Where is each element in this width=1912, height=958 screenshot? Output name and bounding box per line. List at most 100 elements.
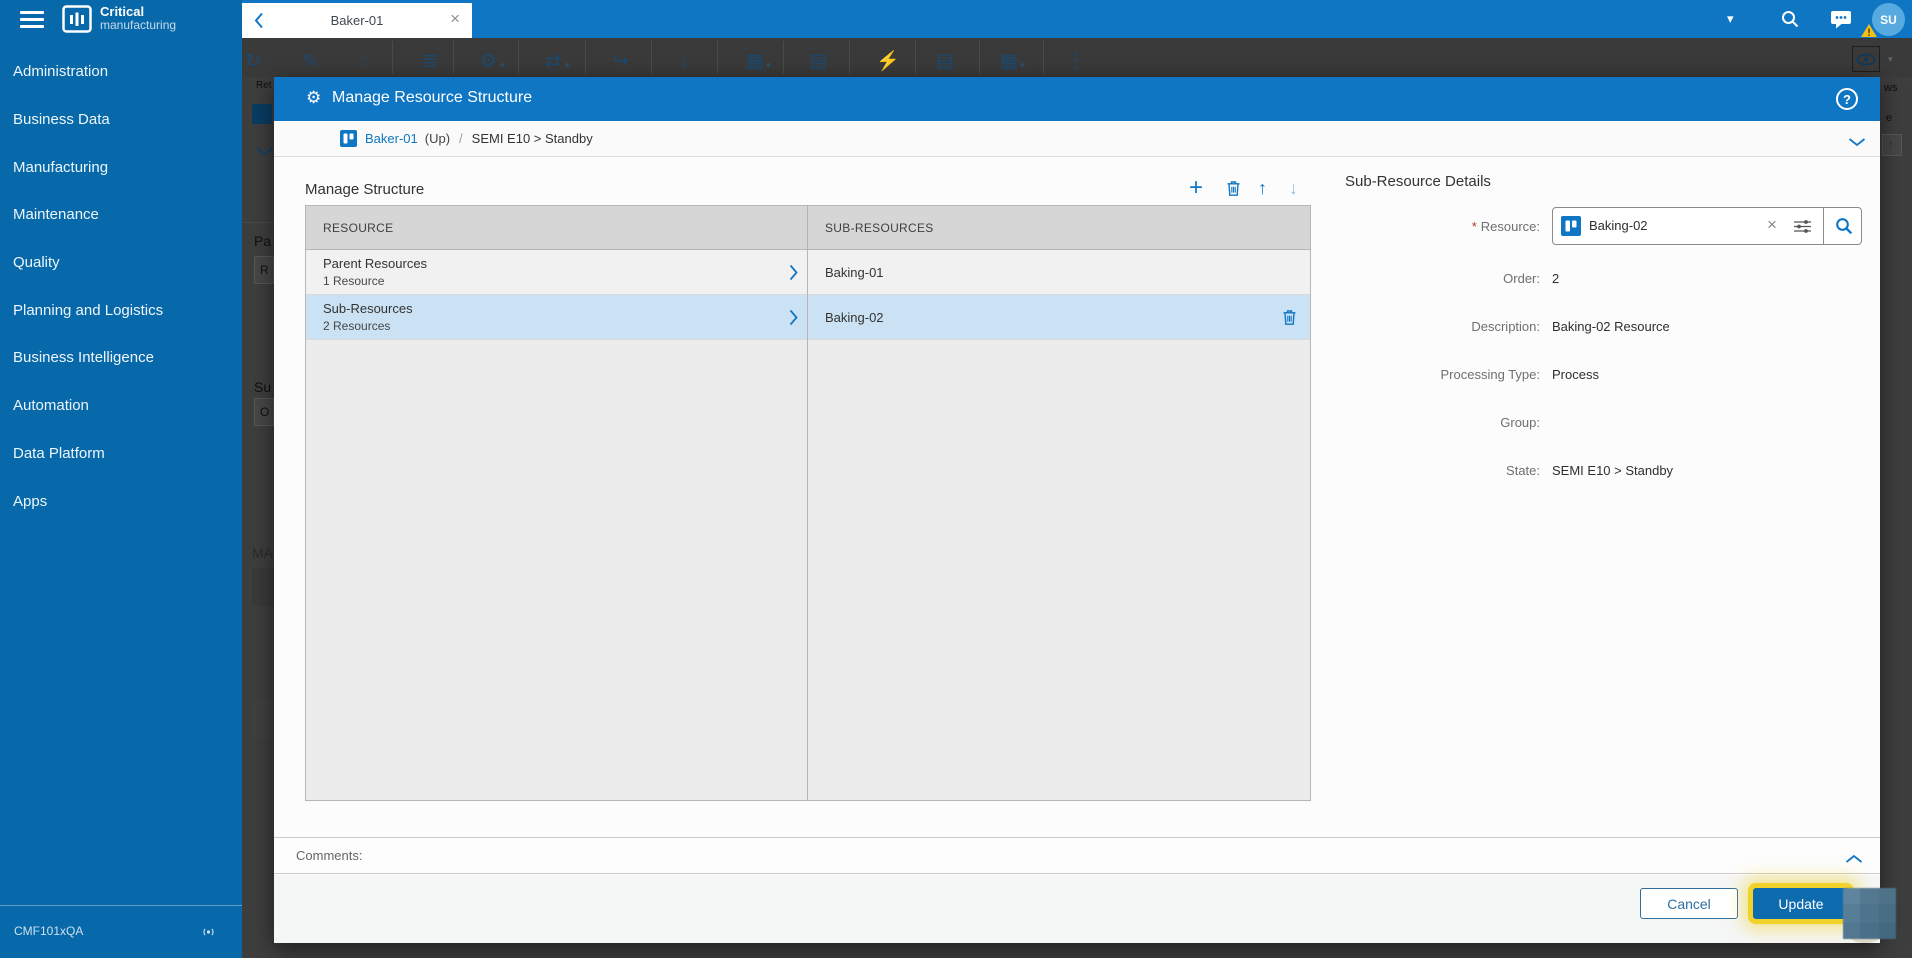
chat-icon[interactable] xyxy=(1830,9,1852,34)
table-row-selected[interactable]: Sub-Resources 2 Resources Baking-02 xyxy=(306,295,1310,340)
background-field-fragment: R xyxy=(254,256,274,284)
toolbar-separator xyxy=(979,41,980,74)
chevron-down-icon[interactable] xyxy=(1848,134,1866,152)
pixelated-blob xyxy=(1843,888,1896,939)
dispatch-icon: ↪ xyxy=(613,51,629,72)
delete-row-button[interactable] xyxy=(1226,180,1241,201)
search-resource-button[interactable] xyxy=(1824,208,1863,244)
required-marker: * xyxy=(1471,219,1477,234)
dialog-title: Manage Resource Structure xyxy=(332,89,533,106)
topbar: Baker-01 × ▾ SU xyxy=(242,0,1912,38)
resource-icon xyxy=(340,130,357,147)
cursor-redaction-overlay xyxy=(1843,888,1896,943)
table-header: RESOURCE SUB-RESOURCES xyxy=(306,206,1310,250)
brand-line1: Critical xyxy=(100,4,145,19)
sidebar-item-quality[interactable]: Quality xyxy=(0,239,242,287)
toolbar-separator xyxy=(1043,41,1044,74)
sidebar-item-business-intelligence[interactable]: Business Intelligence xyxy=(0,334,242,382)
cancel-button[interactable]: Cancel xyxy=(1640,888,1738,919)
logs-icon: ▤ xyxy=(936,51,954,72)
manage-structure-title: Manage Structure xyxy=(305,181,425,198)
document-icon: ▤ xyxy=(810,51,828,72)
state-model-icon: ◌ xyxy=(358,51,370,72)
background-chevron-down-icon xyxy=(256,147,274,156)
structure-table: RESOURCE SUB-RESOURCES Parent Resources … xyxy=(305,205,1311,801)
automation-icon: ⚡ xyxy=(876,51,900,72)
resource-picker-field[interactable]: Baking-02 × xyxy=(1552,207,1862,245)
sidebar-item-data-platform[interactable]: Data Platform xyxy=(0,430,242,478)
dialog-footer: Cancel Update xyxy=(274,875,1880,943)
help-icon[interactable]: ? xyxy=(1836,88,1858,110)
comments-label: Comments: xyxy=(296,848,363,863)
table-row[interactable]: Parent Resources 1 Resource Baking-01 xyxy=(306,250,1310,295)
caret-down-icon: ▾ xyxy=(565,60,570,70)
add-row-button[interactable]: + xyxy=(1189,176,1203,200)
order-value: 2 xyxy=(1552,271,1560,286)
sub-resource-cell: Baking-02 xyxy=(825,310,884,325)
state-label: State: xyxy=(1506,463,1540,478)
brand-name: Critical manufacturing xyxy=(100,4,177,33)
filter-sliders-icon[interactable] xyxy=(1793,219,1812,239)
sidebar-item-automation[interactable]: Automation xyxy=(0,382,242,430)
sidebar-item-apps[interactable]: Apps xyxy=(0,477,242,525)
sidebar-item-planning-and-logistics[interactable]: Planning and Logistics xyxy=(0,286,242,334)
toolbar-separator xyxy=(915,41,916,74)
tabs-dropdown-caret-icon[interactable]: ▾ xyxy=(1727,11,1734,27)
background-text-fragment: Su xyxy=(254,379,272,395)
critical-manufacturing-logo xyxy=(62,5,92,38)
tab-baker-01[interactable]: Baker-01 × xyxy=(242,3,472,38)
move-up-button[interactable]: ↑ xyxy=(1258,179,1267,197)
background-upload-box-fragment: ↑ xyxy=(1882,134,1902,156)
background-text-fragment: e xyxy=(1886,112,1893,124)
clear-icon[interactable]: × xyxy=(1767,215,1777,235)
caret-down-icon: ▾ xyxy=(500,60,505,70)
caret-down-icon: ▾ xyxy=(1020,60,1025,70)
breadcrumb: Baker-01 (Up) / SEMI E10 > Standby xyxy=(274,121,1880,157)
chevron-right-icon[interactable] xyxy=(789,264,798,286)
sidebar-item-maintenance[interactable]: Maintenance xyxy=(0,191,242,239)
resource-field-label: * Resource: xyxy=(1270,219,1540,234)
column-divider xyxy=(807,206,808,800)
sidebar: Critical manufacturing Administration Bu… xyxy=(0,0,242,958)
manage-resource-structure-dialog: ⚙ Manage Resource Structure ? Baker-01 (… xyxy=(274,77,1880,943)
description-label: Description: xyxy=(1471,319,1540,334)
row-group-label: Sub-Resources xyxy=(323,301,413,316)
background-resource-icon xyxy=(252,104,272,124)
environment-label: CMF101xQA xyxy=(14,924,84,938)
sidebar-item-business-data[interactable]: Business Data xyxy=(0,96,242,144)
app-root: ↻ ✎ ◌ ≣ ⚙ ▾ ⇄ ▾ ↪ ↓ ▦ ▾ ▤ ⚡ ▤ ▦ ▾ ⋮ ▾ Re… xyxy=(0,0,1912,958)
search-icon[interactable] xyxy=(1780,9,1800,34)
brand-line2: manufacturing xyxy=(100,18,177,33)
processing-type-label: Processing Type: xyxy=(1440,367,1540,382)
caret-down-icon: ▾ xyxy=(766,60,771,70)
queue-icon: ≣ xyxy=(422,51,438,72)
breadcrumb-direction: (Up) xyxy=(424,131,451,146)
chevron-up-icon[interactable] xyxy=(1845,851,1863,869)
refresh-icon: ↻ xyxy=(245,51,261,72)
update-button[interactable]: Update xyxy=(1753,888,1849,919)
menu-hamburger-icon[interactable] xyxy=(20,11,44,28)
toolbar-separator xyxy=(392,41,393,74)
tab-label: Baker-01 xyxy=(330,13,384,28)
caret-down-icon: ▾ xyxy=(1888,54,1893,64)
view-eye-icon xyxy=(1852,46,1880,72)
sidebar-item-manufacturing[interactable]: Manufacturing xyxy=(0,143,242,191)
toolbar-separator xyxy=(585,41,586,74)
comments-section: Comments: xyxy=(274,837,1880,874)
warning-icon xyxy=(1860,23,1878,43)
column-header-sub-resources: SUB-RESOURCES xyxy=(825,221,934,235)
sidebar-item-administration[interactable]: Administration xyxy=(0,48,242,96)
chart-icon: ▦ xyxy=(746,51,764,72)
group-label: Group: xyxy=(1500,415,1540,430)
state-value: SEMI E10 > Standby xyxy=(1552,463,1674,478)
background-text-fragment: MA xyxy=(252,545,273,561)
order-label: Order: xyxy=(1503,271,1540,286)
chevron-right-icon[interactable] xyxy=(789,309,798,331)
row-group-label: Parent Resources xyxy=(323,256,428,271)
sidebar-nav: Administration Business Data Manufacturi… xyxy=(0,48,242,525)
toolbar-separator xyxy=(518,41,519,74)
breadcrumb-resource-link[interactable]: Baker-01 xyxy=(365,131,418,146)
sidebar-header: Critical manufacturing xyxy=(0,0,242,38)
move-down-button[interactable]: ↓ xyxy=(1289,179,1298,197)
close-icon[interactable]: × xyxy=(450,10,460,27)
